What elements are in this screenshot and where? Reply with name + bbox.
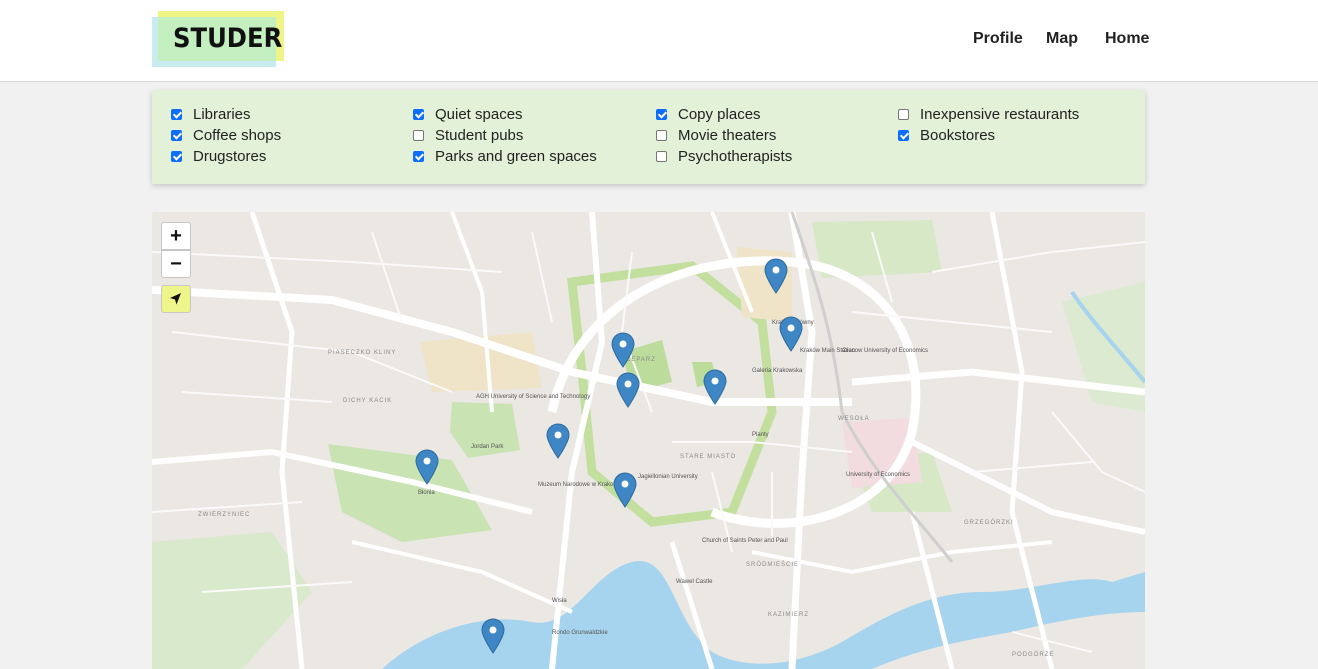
zoom-in-button[interactable]: + [161,222,191,250]
filter-label: Copy places [678,105,761,123]
filter-checkbox[interactable] [413,108,424,120]
map-place-label: Galeria Krakowska [752,368,803,374]
filter-label: Student pubs [435,126,524,144]
district-label: DICHY KACIK [343,398,393,404]
filter-label: Inexpensive restaurants [920,105,1080,123]
district-label: GRZEGÓRZKI [964,520,1014,526]
filter-copy-places[interactable]: Copy places [656,105,761,123]
studer-logo[interactable]: STUDER [152,11,284,67]
filter-coffee-shops[interactable]: Coffee shops [171,126,281,144]
map-marker[interactable] [546,423,570,459]
map-tiles [152,212,1145,669]
map-marker[interactable] [703,369,727,405]
filter-checkbox[interactable] [898,108,909,120]
logo-text: STUDER [173,23,283,54]
map-marker[interactable] [481,618,505,654]
filter-bookstores[interactable]: Bookstores [898,126,995,144]
map-place-label: Church of Saints Peter and Paul [702,538,788,544]
map-marker[interactable] [613,472,637,508]
map-place-label: Wawel Castle [676,579,713,585]
map-place-label: Muzeum Narodowe w Krakowie [538,482,623,488]
filter-checkbox[interactable] [171,129,182,141]
city-map[interactable]: PIASECZKO KLINY DICHY KACIK ZWIERZYNIEC … [152,212,1145,669]
filter-label: Bookstores [920,126,996,144]
map-place-label: University of Economics [846,472,911,478]
district-label: PIASECZKO KLINY [328,350,397,356]
nav-map-link[interactable]: Map [1046,30,1078,48]
map-place-label: Planty [752,432,769,438]
filter-label: Quiet spaces [435,105,523,123]
filter-checkbox[interactable] [171,108,182,120]
nav-profile-link[interactable]: Profile [973,30,1023,48]
district-label: KAZIMIERZ [768,612,810,618]
filter-label: Drugstores [193,147,267,165]
locate-me-button[interactable] [161,285,191,313]
filter-drugstores[interactable]: Drugstores [171,147,266,165]
district-label: PODGÓRZE [1012,652,1055,658]
filter-checkbox[interactable] [171,150,182,162]
top-navbar: STUDER Profile Map Home [0,0,1318,82]
map-place-label: Błonia [418,490,435,496]
map-place-label: Cracow University of Economics [842,348,929,354]
district-label: ZWIERZYNIEC [198,512,251,518]
filter-psychotherapists[interactable]: Psychotherapists [656,147,792,165]
filter-movie-theaters[interactable]: Movie theaters [656,126,776,144]
filter-label: Libraries [193,105,251,123]
filter-label: Parks and green spaces [435,147,597,165]
map-marker[interactable] [415,449,439,485]
category-filter-panel: Libraries Coffee shops Drugstores Quiet … [152,90,1145,184]
district-label: SRÓDMIEŚCIE [746,562,800,568]
map-marker[interactable] [779,316,803,352]
filter-checkbox[interactable] [898,129,909,141]
filter-label: Psychotherapists [678,147,793,165]
filter-label: Coffee shops [193,126,282,144]
filter-checkbox[interactable] [656,150,667,162]
filter-label: Movie theaters [678,126,777,144]
district-label: WESOŁA [838,416,870,422]
navigation-arrow-icon [170,293,181,305]
zoom-out-button[interactable]: − [161,250,191,278]
map-place-label: Wisła [552,598,567,604]
map-marker[interactable] [764,258,788,294]
nav-home-link[interactable]: Home [1105,30,1149,48]
district-label: STARE MIASTO [680,454,737,460]
filter-parks[interactable]: Parks and green spaces [413,147,597,165]
filter-libraries[interactable]: Libraries [171,105,251,123]
filter-checkbox[interactable] [656,108,667,120]
map-place-label: Jordan Park [471,444,504,450]
filter-checkbox[interactable] [413,129,424,141]
filter-inexpensive-restaurants[interactable]: Inexpensive restaurants [898,105,1079,123]
filter-quiet-spaces[interactable]: Quiet spaces [413,105,523,123]
map-place-label: AGH University of Science and Technology [476,394,591,400]
filter-checkbox[interactable] [656,129,667,141]
filter-checkbox[interactable] [413,150,424,162]
map-place-label: Rondo Grunwaldzkie [552,630,608,636]
map-marker[interactable] [616,372,640,408]
map-place-label: Jagiellonian University [638,474,698,480]
map-marker[interactable] [611,332,635,368]
filter-student-pubs[interactable]: Student pubs [413,126,523,144]
